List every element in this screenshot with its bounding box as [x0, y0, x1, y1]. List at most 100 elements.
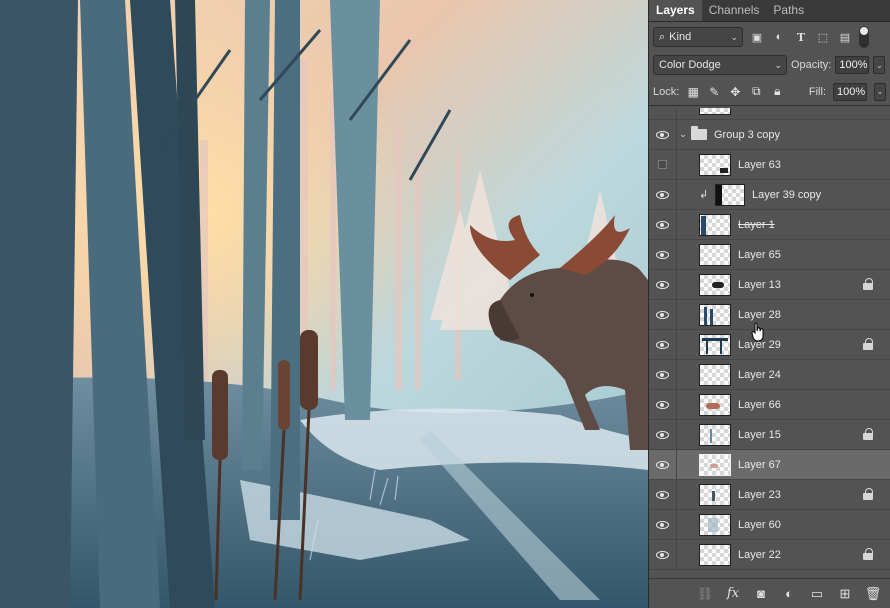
visibility-toggle[interactable] [649, 269, 677, 300]
lock-transparency-icon[interactable]: ▦ [686, 85, 700, 99]
layer-group-3-copy[interactable]: ⌄ Group 3 copy [649, 119, 890, 150]
shape-filter-icon[interactable]: ⬚ [815, 29, 831, 45]
chevron-down-icon[interactable]: ⌄ [677, 129, 689, 140]
type-filter-icon[interactable]: T [793, 29, 809, 45]
eye-icon [656, 490, 669, 499]
artwork-forest-moose [0, 0, 648, 608]
visibility-toggle[interactable] [649, 359, 677, 390]
layer-thumbnail [699, 513, 731, 536]
visibility-toggle[interactable] [649, 509, 677, 540]
layer-name: Layer 22 [738, 548, 781, 561]
eye-icon [656, 430, 669, 439]
opacity-label: Opacity: [791, 59, 832, 71]
lock-icon [863, 428, 875, 441]
smart-object-filter-icon[interactable]: ▤ [837, 29, 853, 45]
layer-name: Group 3 copy [714, 128, 781, 141]
layer-67[interactable]: Layer 67 [649, 449, 890, 480]
adjustment-filter-icon[interactable]: ◐ [771, 29, 787, 45]
visibility-toggle[interactable] [649, 108, 677, 120]
layer-60[interactable]: Layer 60 [649, 509, 890, 540]
visibility-toggle[interactable] [649, 239, 677, 270]
lock-artboard-icon[interactable]: ⧉ [749, 84, 763, 99]
hidden-icon [658, 160, 667, 169]
layer-name: Layer 24 [738, 368, 781, 381]
layer-thumbnail [699, 543, 731, 566]
tab-layers[interactable]: Layers [649, 0, 702, 21]
layer-thumbnail [699, 303, 731, 326]
tab-channels[interactable]: Channels [702, 0, 767, 21]
opacity-dropdown[interactable]: ⌄ [873, 56, 886, 74]
layer-28[interactable]: Layer 28 [649, 299, 890, 330]
layers-panel-footer: ⛓ fx ◙ ◐ ▭ ⊞ 🗑︎ [649, 578, 890, 608]
layer-thumbnail [699, 213, 731, 236]
lock-all-icon[interactable]: 🔒︎ [770, 84, 784, 99]
layer-name: Layer 65 [738, 248, 781, 261]
lock-label: Lock: [653, 85, 680, 98]
blend-mode-select[interactable]: Color Dodge ⌄ [653, 55, 787, 75]
visibility-toggle[interactable] [649, 449, 677, 480]
fx-icon[interactable]: fx [725, 586, 741, 602]
layer-name: Layer 60 [738, 518, 781, 531]
layer-thumbnail [699, 453, 731, 476]
visibility-toggle[interactable] [649, 329, 677, 360]
layer-name: Layer 1 [738, 218, 775, 231]
eye-icon [656, 130, 669, 139]
folder-icon [691, 126, 707, 140]
visibility-toggle[interactable] [649, 479, 677, 510]
layer-thumbnail [715, 183, 745, 206]
new-group-icon[interactable]: ▭ [809, 586, 825, 602]
trash-icon[interactable]: 🗑︎ [865, 586, 882, 602]
panel-tabs: Layers Channels Paths [649, 0, 890, 22]
visibility-toggle[interactable] [649, 539, 677, 570]
layer-63[interactable]: Layer 63 [649, 149, 890, 180]
lock-icon [863, 488, 875, 501]
visibility-toggle[interactable] [649, 419, 677, 450]
eye-icon [656, 520, 669, 529]
adjustment-layer-icon[interactable]: ◐ [781, 586, 797, 602]
visibility-toggle[interactable] [649, 299, 677, 330]
visibility-toggle[interactable] [649, 149, 677, 180]
lock-position-icon[interactable]: ✥ [728, 85, 742, 99]
eye-icon [656, 460, 669, 469]
lock-pixels-icon[interactable]: ✎ [707, 85, 721, 99]
eye-icon [656, 370, 669, 379]
visibility-toggle[interactable] [649, 179, 677, 210]
link-layers-icon[interactable]: ⛓ [697, 586, 714, 602]
visibility-toggle[interactable] [649, 119, 677, 150]
layer-29[interactable]: Layer 29 [649, 329, 890, 360]
fill-label: Fill: [808, 85, 826, 98]
layer-row-partial[interactable] [649, 108, 890, 120]
visibility-toggle[interactable] [649, 209, 677, 240]
layer-thumbnail [699, 393, 731, 416]
layer-13[interactable]: Layer 13 [649, 269, 890, 300]
opacity-input[interactable]: 100% [835, 56, 870, 74]
add-mask-icon[interactable]: ◙ [753, 586, 769, 602]
lock-icon [863, 278, 875, 291]
eye-icon [656, 400, 669, 409]
kind-filter-select[interactable]: ⌕ Kind ⌄ [653, 27, 743, 47]
layer-name: Layer 67 [738, 458, 781, 471]
lock-icon [863, 548, 875, 561]
layers-list[interactable]: ⌄ Group 3 copy Layer 63 ↲ Layer 39 copy … [649, 108, 890, 578]
layer-65[interactable]: Layer 65 [649, 239, 890, 270]
layer-15[interactable]: Layer 15 [649, 419, 890, 450]
visibility-toggle[interactable] [649, 389, 677, 420]
layer-name: Layer 66 [738, 398, 781, 411]
layer-22[interactable]: Layer 22 [649, 539, 890, 570]
blend-mode-value: Color Dodge [659, 59, 721, 71]
document-canvas[interactable] [0, 0, 648, 608]
image-filter-icon[interactable]: ▣ [749, 29, 765, 45]
layer-39-copy[interactable]: ↲ Layer 39 copy [649, 179, 890, 210]
new-layer-icon[interactable]: ⊞ [837, 586, 853, 602]
fill-input[interactable]: 100% [833, 82, 867, 101]
layer-23[interactable]: Layer 23 [649, 479, 890, 510]
layer-1[interactable]: Layer 1 [649, 209, 890, 240]
layer-66[interactable]: Layer 66 [649, 389, 890, 420]
tab-paths[interactable]: Paths [766, 0, 811, 21]
fill-dropdown[interactable]: ⌄ [874, 82, 886, 101]
chevron-down-icon: ⌄ [730, 32, 738, 42]
layer-24[interactable]: Layer 24 [649, 359, 890, 390]
lock-icon [863, 338, 875, 351]
filter-toggle[interactable] [859, 26, 869, 48]
eye-icon [656, 310, 669, 319]
